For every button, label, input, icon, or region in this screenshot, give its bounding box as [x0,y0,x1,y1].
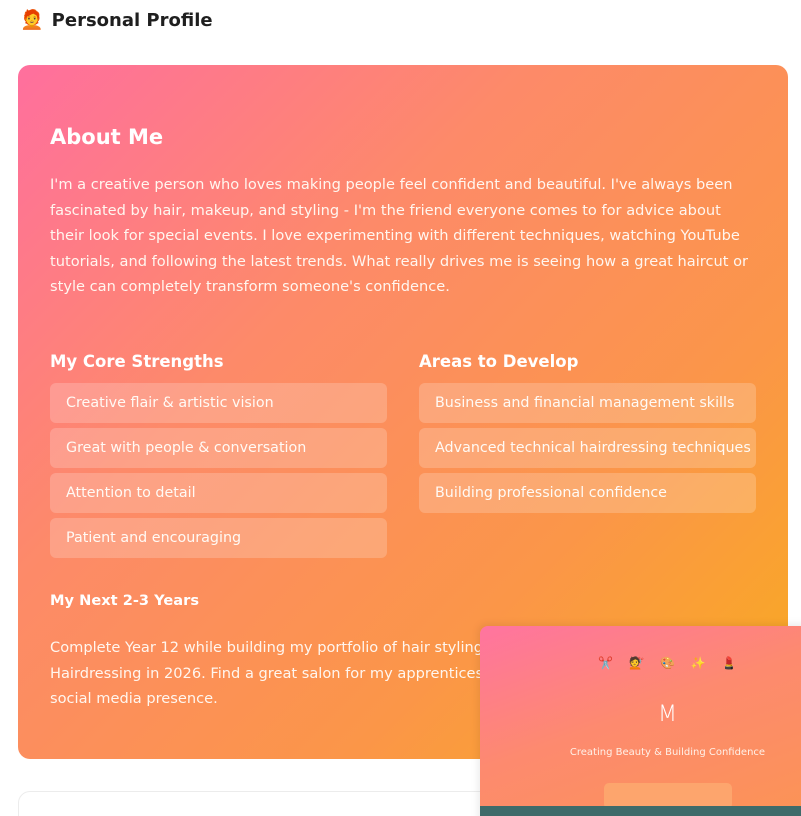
haircut-icon: 💇 [629,656,645,670]
strength-item: Patient and encouraging [50,518,387,558]
scissors-icon: ✂️ [598,656,614,670]
section-header: 🧑‍🦰 Personal Profile [20,8,213,32]
preview-footer-strip [480,806,801,816]
about-text: I'm a creative person who loves making p… [50,176,749,295]
person-emoji-icon: 🧑‍🦰 [20,8,44,31]
lipstick-icon: 💄 [721,656,737,670]
develop-item: Business and financial management skills [419,383,756,423]
page: 🧑‍🦰 Personal Profile About Me I'm a crea… [0,0,801,816]
preview-tagline: Creating Beauty & Building Confidence [569,747,766,758]
profile-preview-card[interactable]: ✂️ 💇 🎨 ✨ 💄 M Creating Beauty & Building … [480,626,801,816]
develop-item: Advanced technical hairdressing techniqu… [419,428,756,468]
strength-item: Attention to detail [50,473,387,513]
preview-initial: M [658,702,677,727]
strengths-title: My Core Strengths [50,352,224,371]
preview-icon-row: ✂️ 💇 🎨 ✨ 💄 [480,656,801,670]
develop-column: Areas to Develop Business and financial … [419,351,756,518]
next-years-title: My Next 2-3 Years [50,592,200,609]
strength-item: Great with people & conversation [50,428,387,468]
develop-title: Areas to Develop [419,352,579,371]
strengths-column: My Core Strengths Creative flair & artis… [50,351,387,563]
sparkles-icon: ✨ [690,656,706,670]
about-title: About Me [50,125,164,149]
develop-item: Building professional confidence [419,473,756,513]
strength-item: Creative flair & artistic vision [50,383,387,423]
section-title: Personal Profile [51,9,213,31]
palette-icon: 🎨 [660,656,675,670]
